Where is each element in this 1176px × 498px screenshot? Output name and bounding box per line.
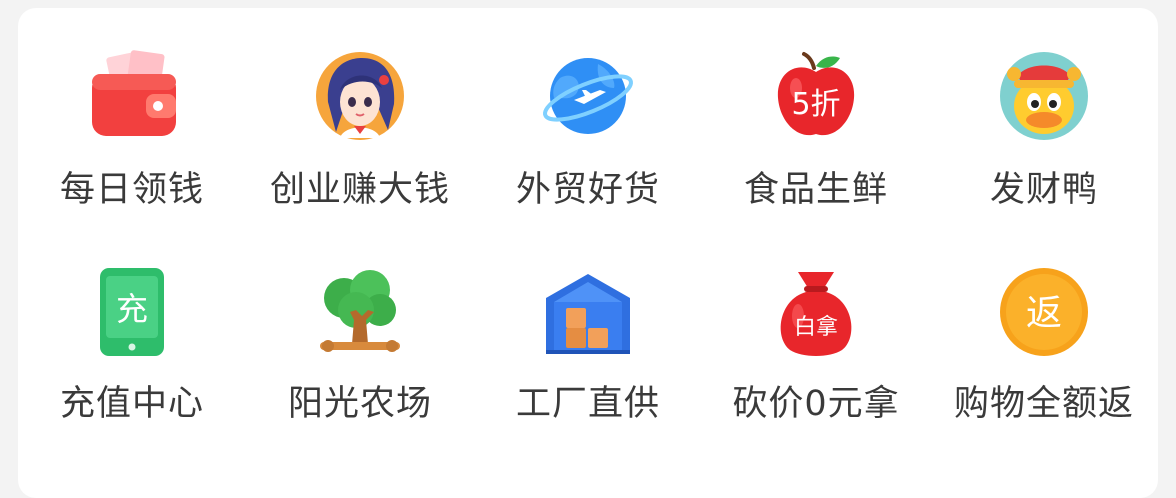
menu-item-label: 购物全额返 [953,384,1134,424]
menu-item-fresh-food[interactable]: 5折 食品生鲜 [702,46,930,262]
menu-item-label: 工厂直供 [515,384,660,424]
menu-item-label: 发财鸭 [989,170,1098,210]
recharge-badge-text: 充 [116,290,148,328]
apple-badge-text: 5折 [791,87,840,122]
apple-discount-icon: 5折 [766,46,866,146]
globe-plane-icon [538,46,638,146]
menu-item-daily-money[interactable]: 每日领钱 [18,46,246,262]
menu-item-label: 创业赚大钱 [269,170,450,210]
menu-item-label: 砍价0元拿 [732,384,900,424]
warehouse-icon [538,262,638,362]
bag-badge-text: 白拿 [794,314,838,340]
tree-icon [310,262,410,362]
lucky-duck-icon [994,46,1094,146]
menu-item-factory-direct[interactable]: 工厂直供 [474,262,702,478]
girl-avatar-icon [310,46,410,146]
wallet-icon [82,46,182,146]
menu-grid: 每日领钱 创业赚大钱 外贸好货 5折 食品生鲜 发财鸭 充 充值中心 阳光农场 … [18,46,1158,478]
menu-item-label: 阳光农场 [287,384,432,424]
menu-item-label: 充值中心 [59,384,204,424]
menu-item-bargain-free[interactable]: 白拿 砍价0元拿 [702,262,930,478]
refund-coin-icon: 返 [994,262,1094,362]
menu-item-label: 食品生鲜 [743,170,888,210]
menu-item-lucky-duck[interactable]: 发财鸭 [930,46,1158,262]
menu-item-foreign-trade[interactable]: 外贸好货 [474,46,702,262]
menu-item-full-refund[interactable]: 返 购物全额返 [930,262,1158,478]
menu-item-label: 外贸好货 [515,170,660,210]
menu-item-label: 每日领钱 [59,170,204,210]
menu-item-sunny-farm[interactable]: 阳光农场 [246,262,474,478]
recharge-phone-icon: 充 [82,262,182,362]
menu-item-recharge[interactable]: 充 充值中心 [18,262,246,478]
coin-badge-text: 返 [1026,293,1062,334]
money-bag-icon: 白拿 [766,262,866,362]
menu-item-startup-earn[interactable]: 创业赚大钱 [246,46,474,262]
